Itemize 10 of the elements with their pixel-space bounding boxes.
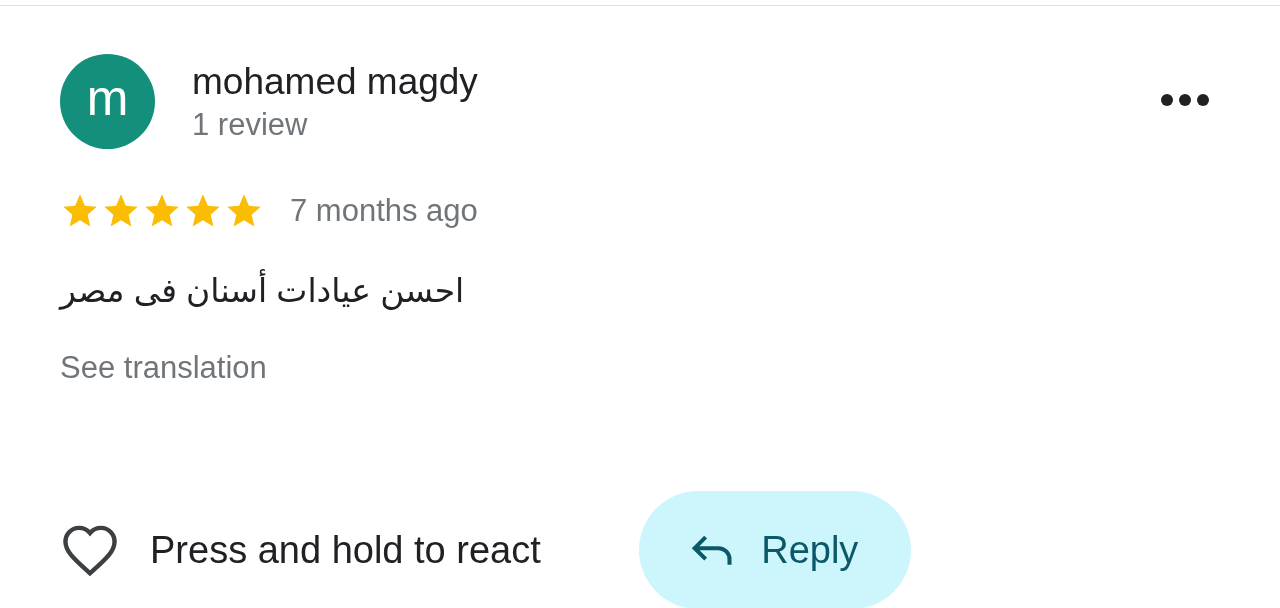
more-options-icon[interactable] xyxy=(1160,93,1210,107)
avatar: m xyxy=(60,54,155,149)
heart-icon xyxy=(60,523,120,577)
author-name: mohamed magdy xyxy=(192,60,479,103)
reply-button[interactable]: Reply xyxy=(638,491,911,608)
review-text: احسن عيادات أسنان فى مصر xyxy=(60,271,465,310)
react-button[interactable]: Press and hold to react xyxy=(60,523,541,577)
review-count: 1 review xyxy=(192,106,309,143)
see-translation-link[interactable]: See translation xyxy=(60,350,267,386)
review-time: 7 months ago xyxy=(290,193,478,229)
